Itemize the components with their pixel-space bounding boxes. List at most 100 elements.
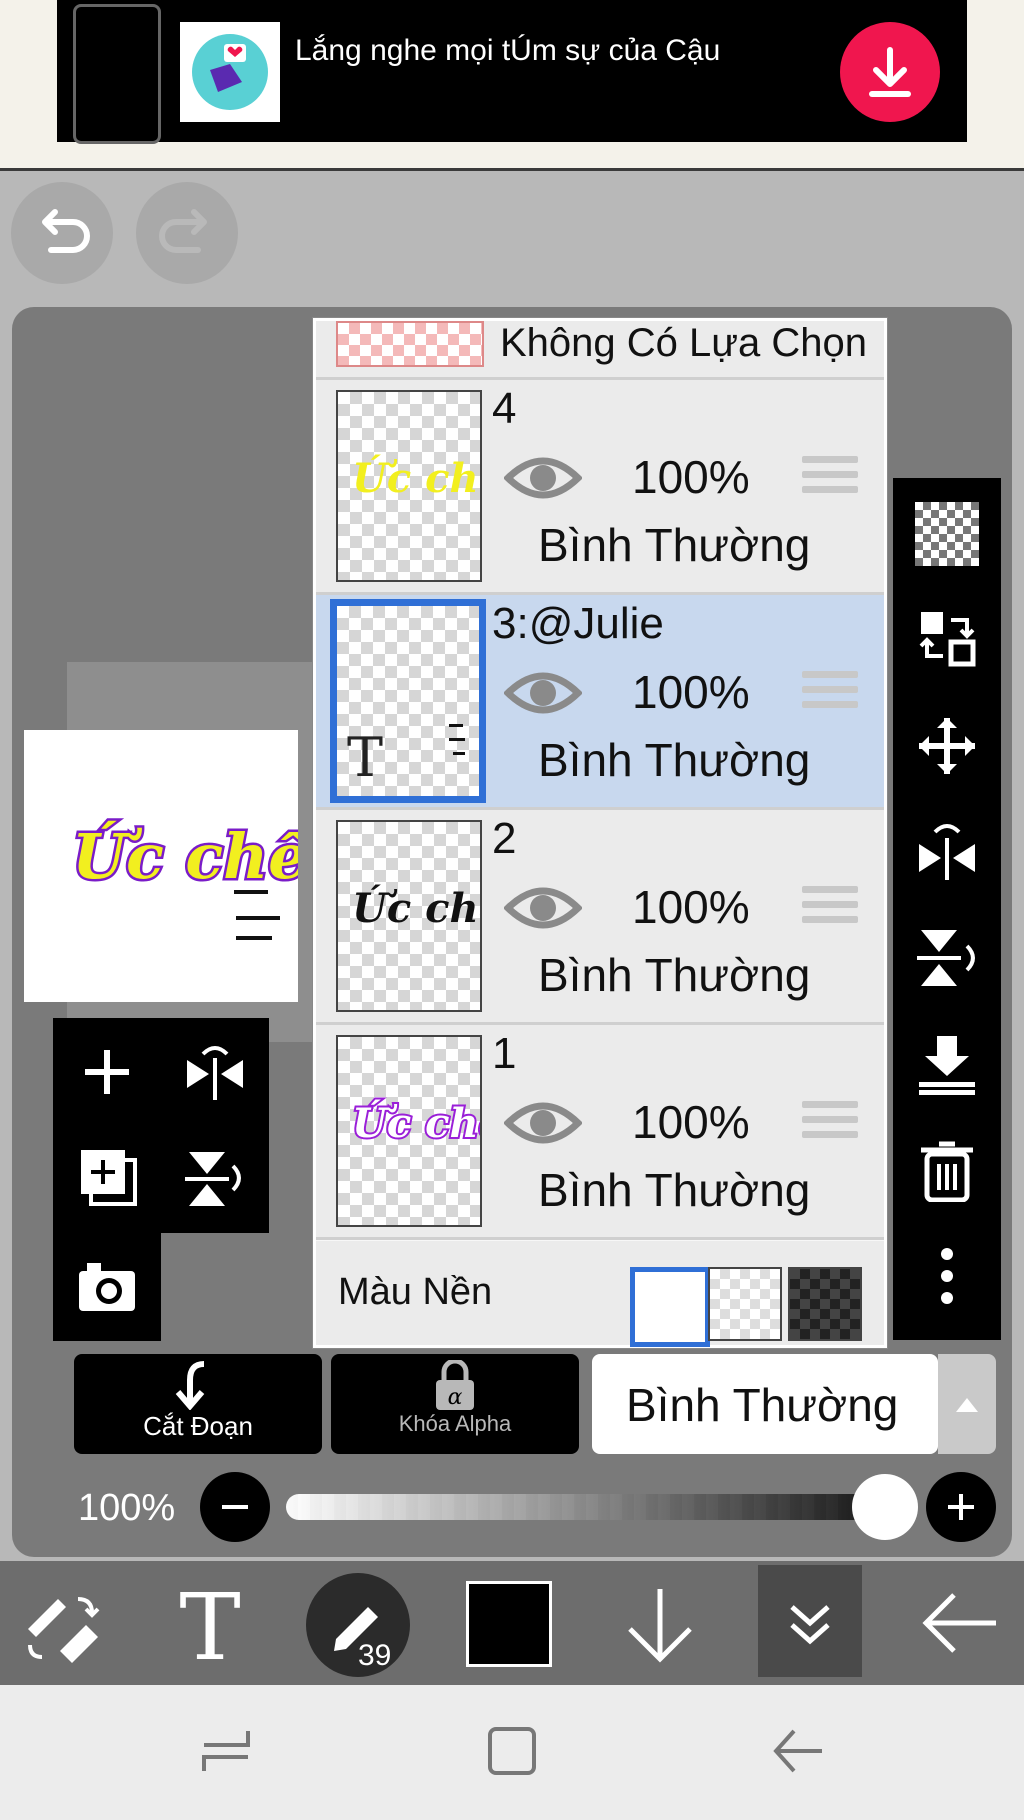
plus-icon (948, 1494, 974, 1520)
svg-text:T: T (179, 1583, 240, 1667)
layer-row-2[interactable]: Ức chế 2 100% Bình Thường (316, 810, 884, 1025)
flip-horizontal-icon[interactable] (915, 820, 979, 884)
alpha-lock-button[interactable]: α Khóa Alpha (331, 1354, 579, 1454)
add-layer-icon[interactable] (79, 1044, 135, 1100)
merge-down-icon[interactable] (915, 1032, 979, 1096)
brush-size-value: 39 (358, 1639, 392, 1672)
opacity-label: 100% (78, 1487, 176, 1529)
eye-icon[interactable] (504, 880, 582, 936)
lock-icon: α (436, 1358, 474, 1410)
ad-banner[interactable]: Lắng nghe mọi tÚm sự của Cậu (0, 0, 1024, 171)
download-icon[interactable] (840, 22, 940, 122)
layer-opacity: 100% (632, 881, 750, 933)
alpha-lock-label: Khóa Alpha (398, 1411, 512, 1436)
layer-thumbnail: Ức chế (336, 390, 510, 582)
recent-apps-icon[interactable] (200, 1725, 252, 1777)
redo-icon (159, 209, 207, 253)
flip-v-icon[interactable] (185, 1148, 245, 1208)
layer-blend-mode: Bình Thường (538, 734, 811, 786)
thumbnail-text: Ức chế (352, 455, 480, 502)
selection-thumbnail (336, 321, 484, 367)
layers-panel[interactable]: Không Có Lựa Chọn Ức chế 4 100% Bình Thư… (313, 318, 887, 1348)
left-layer-menu (53, 1018, 269, 1233)
blend-mode-value: Bình Thường (626, 1379, 899, 1431)
move-icon[interactable] (915, 714, 979, 778)
clip-label: Cắt Đoạn (143, 1411, 253, 1441)
caret-up-icon (956, 1398, 978, 1412)
flip-vertical-icon[interactable] (915, 926, 979, 990)
layer-opacity: 100% (632, 1096, 750, 1148)
thumbnail-text: Ức chế (352, 1100, 480, 1147)
eye-icon[interactable] (504, 1095, 582, 1151)
layer-name: 1 (492, 1029, 517, 1078)
selection-row[interactable]: Không Có Lựa Chọn (316, 321, 884, 380)
layers-toggle-button[interactable] (758, 1565, 862, 1677)
background-transparent-swatch[interactable] (708, 1267, 782, 1341)
drag-handle-icon[interactable] (802, 886, 858, 931)
canvas-preview[interactable]: Ức chế (24, 730, 318, 1002)
layer-opacity: 100% (632, 666, 750, 718)
text-layer-icon: T (347, 726, 383, 789)
opacity-slider[interactable] (286, 1494, 886, 1520)
swap-layer-icon[interactable] (915, 606, 979, 670)
layer-name: 4 (492, 384, 517, 433)
home-icon[interactable] (486, 1723, 538, 1779)
svg-text:α: α (448, 1385, 463, 1410)
brush-eraser-swap-icon[interactable] (22, 1587, 102, 1667)
layer-opacity: 100% (632, 451, 750, 503)
camera-icon (79, 1263, 135, 1311)
selection-label: Không Có Lựa Chọn (500, 321, 868, 365)
clip-arrow-icon (175, 1361, 205, 1411)
background-label: Màu Nền (338, 1271, 493, 1313)
background-row: Màu Nền (316, 1241, 884, 1347)
eye-icon[interactable] (504, 450, 582, 506)
app-icon (180, 22, 280, 122)
phone-icon (73, 4, 161, 144)
blend-mode-dropdown-button[interactable] (938, 1354, 996, 1454)
drag-handle-icon[interactable] (802, 1101, 858, 1146)
opacity-slider-handle[interactable] (852, 1474, 918, 1540)
layer-row-4[interactable]: Ức chế 4 100% Bình Thường (316, 380, 884, 595)
back-icon[interactable] (770, 1725, 826, 1777)
background-dark-swatch[interactable] (788, 1267, 862, 1341)
layer-row-1[interactable]: Ức chế 1 100% Bình Thường (316, 1025, 884, 1240)
add-copy-icon[interactable] (79, 1148, 139, 1208)
system-nav-bar (0, 1685, 1024, 1820)
brush-size-button[interactable]: 39 (306, 1573, 410, 1677)
color-swatch[interactable] (466, 1581, 552, 1667)
layer-blend-mode: Bình Thường (538, 949, 811, 1001)
trash-icon[interactable] (915, 1138, 979, 1202)
minus-icon (222, 1505, 248, 1509)
clip-button[interactable]: Cắt Đoạn (74, 1354, 322, 1454)
arrow-down-icon[interactable] (624, 1583, 696, 1667)
layer-blend-mode: Bình Thường (538, 1164, 811, 1216)
flip-h-icon[interactable] (185, 1044, 245, 1100)
layer-row-3[interactable]: T 3:@Julie 100% Bình Thường (316, 595, 884, 810)
svg-text:Ức chế: Ức chế (72, 820, 298, 893)
right-toolbar (893, 478, 1001, 1340)
drag-handle-icon[interactable] (802, 671, 858, 716)
chevron-double-down-icon (790, 1605, 830, 1645)
background-white-swatch[interactable] (630, 1267, 710, 1347)
drag-handle-icon[interactable] (802, 456, 858, 501)
back-arrow-icon[interactable] (920, 1591, 1000, 1655)
layer-thumbnail: Ức chế (336, 820, 510, 1012)
more-icon[interactable] (915, 1244, 979, 1308)
opacity-decrease-button[interactable] (200, 1472, 270, 1542)
layer-thumbnail: T (330, 599, 486, 803)
layer-name: 2 (492, 814, 517, 863)
camera-button[interactable] (53, 1233, 161, 1341)
undo-button[interactable] (11, 182, 113, 284)
eye-icon[interactable] (504, 665, 582, 721)
layer-thumbnail: Ức chế (336, 1035, 512, 1227)
undo-icon (42, 209, 90, 253)
redo-button[interactable] (136, 182, 238, 284)
opacity-increase-button[interactable] (926, 1472, 996, 1542)
layer-blend-mode: Bình Thường (538, 519, 811, 571)
text-tool-icon[interactable]: T (170, 1583, 250, 1667)
ad-text: Lắng nghe mọi tÚm sự của Cậu (295, 34, 721, 67)
layer-name: 3:@Julie (492, 599, 664, 648)
checker-icon[interactable] (915, 502, 979, 566)
bottom-toolbar: T 39 (0, 1561, 1024, 1685)
thumbnail-text: Ức chế (352, 885, 480, 932)
